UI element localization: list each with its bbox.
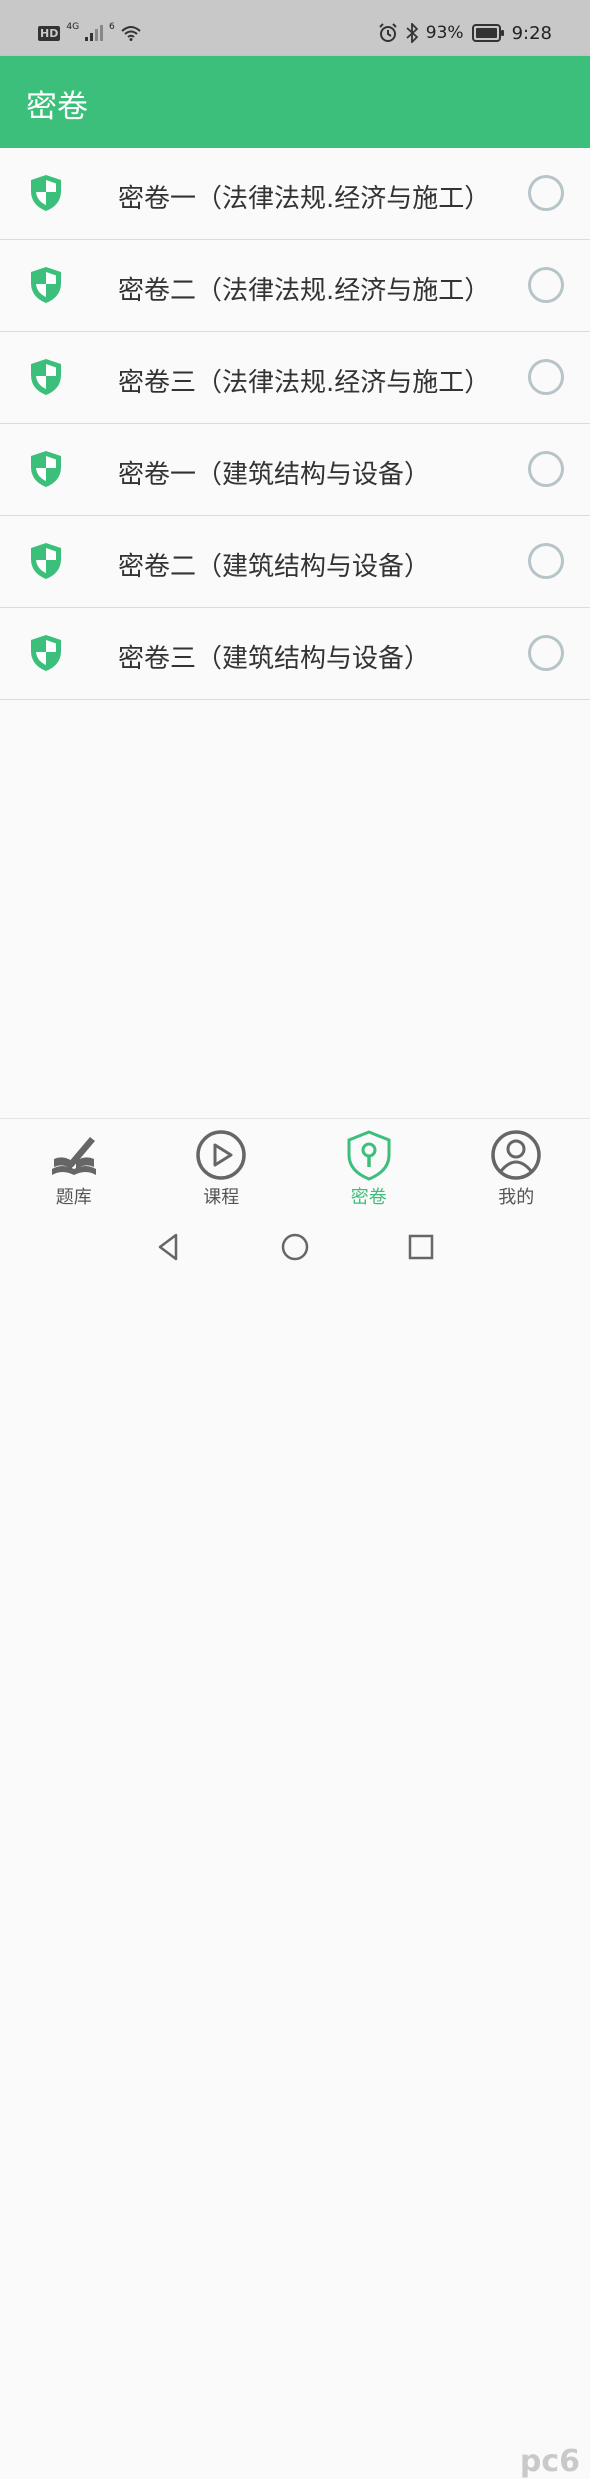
paper-title: 密卷二（建筑结构与设备） [118,546,430,583]
system-nav-bar: pc6 [0,1212,590,1278]
list-item[interactable]: 密卷一（建筑结构与设备） [0,424,590,516]
status-left: HD 4G 6 [38,22,141,44]
tab-courses[interactable]: 课程 [148,1119,296,1212]
person-circle-icon [490,1129,542,1181]
paper-title: 密卷三（建筑结构与设备） [118,638,430,675]
list-item[interactable]: 密卷二（法律法规.经济与施工） [0,240,590,332]
back-icon[interactable] [154,1232,184,1262]
battery-percent: 93% [426,23,464,43]
page-title: 密卷 [26,81,88,126]
list-item[interactable]: 密卷二（建筑结构与设备） [0,516,590,608]
shield-icon [29,174,63,212]
bottom-tab-bar: 题库 课程 密卷 我的 [0,1118,590,1212]
battery-icon [472,24,504,42]
list-item[interactable]: 密卷三（建筑结构与设备） [0,608,590,700]
book-pen-icon [48,1129,100,1181]
home-icon[interactable] [280,1232,310,1262]
radio-button[interactable] [528,175,564,211]
radio-button[interactable] [528,543,564,579]
recent-apps-icon[interactable] [406,1232,436,1262]
tab-profile[interactable]: 我的 [443,1119,590,1212]
hd-badge: HD [38,26,60,41]
shield-icon [29,450,63,488]
list-item[interactable]: 密卷一（法律法规.经济与施工） [0,148,590,240]
radio-button[interactable] [528,267,564,303]
radio-button[interactable] [528,451,564,487]
radio-button[interactable] [528,635,564,671]
shield-icon [29,358,63,396]
paper-list: 密卷一（法律法规.经济与施工） 密卷二（法律法规.经济与施工） 密卷三（法律法规.经… [0,148,590,700]
tab-label: 课程 [148,1183,296,1209]
list-item[interactable]: 密卷三（法律法规.经济与施工） [0,332,590,424]
tab-question-bank[interactable]: 题库 [0,1119,148,1212]
app-bar: 密卷 [0,56,590,148]
tab-secret-papers[interactable]: 密卷 [295,1119,443,1212]
tab-label: 我的 [443,1183,590,1209]
paper-title: 密卷一（建筑结构与设备） [118,454,430,491]
shield-icon [29,542,63,580]
wifi-icon [121,25,141,41]
status-right: 93% 9:28 [378,20,552,46]
shield-icon [29,266,63,304]
bluetooth-icon [406,23,418,43]
signal-label: 4G [66,22,79,32]
radio-button[interactable] [528,359,564,395]
tab-label: 题库 [0,1183,148,1209]
shield-icon [29,634,63,672]
signal-icon [85,25,103,41]
watermark: pc6 [520,2444,580,2479]
tab-label: 密卷 [295,1183,443,1209]
play-circle-icon [195,1129,247,1181]
clock: 9:28 [512,23,552,44]
paper-title: 密卷二（法律法规.经济与施工） [118,270,490,307]
status-bar: HD 4G 6 93% 9:28 [0,0,590,56]
paper-title: 密卷三（法律法规.经济与施工） [118,362,490,399]
wifi-label: 6 [109,22,115,32]
lock-shield-icon [343,1129,395,1181]
paper-title: 密卷一（法律法规.经济与施工） [118,178,490,215]
alarm-icon [378,23,398,43]
